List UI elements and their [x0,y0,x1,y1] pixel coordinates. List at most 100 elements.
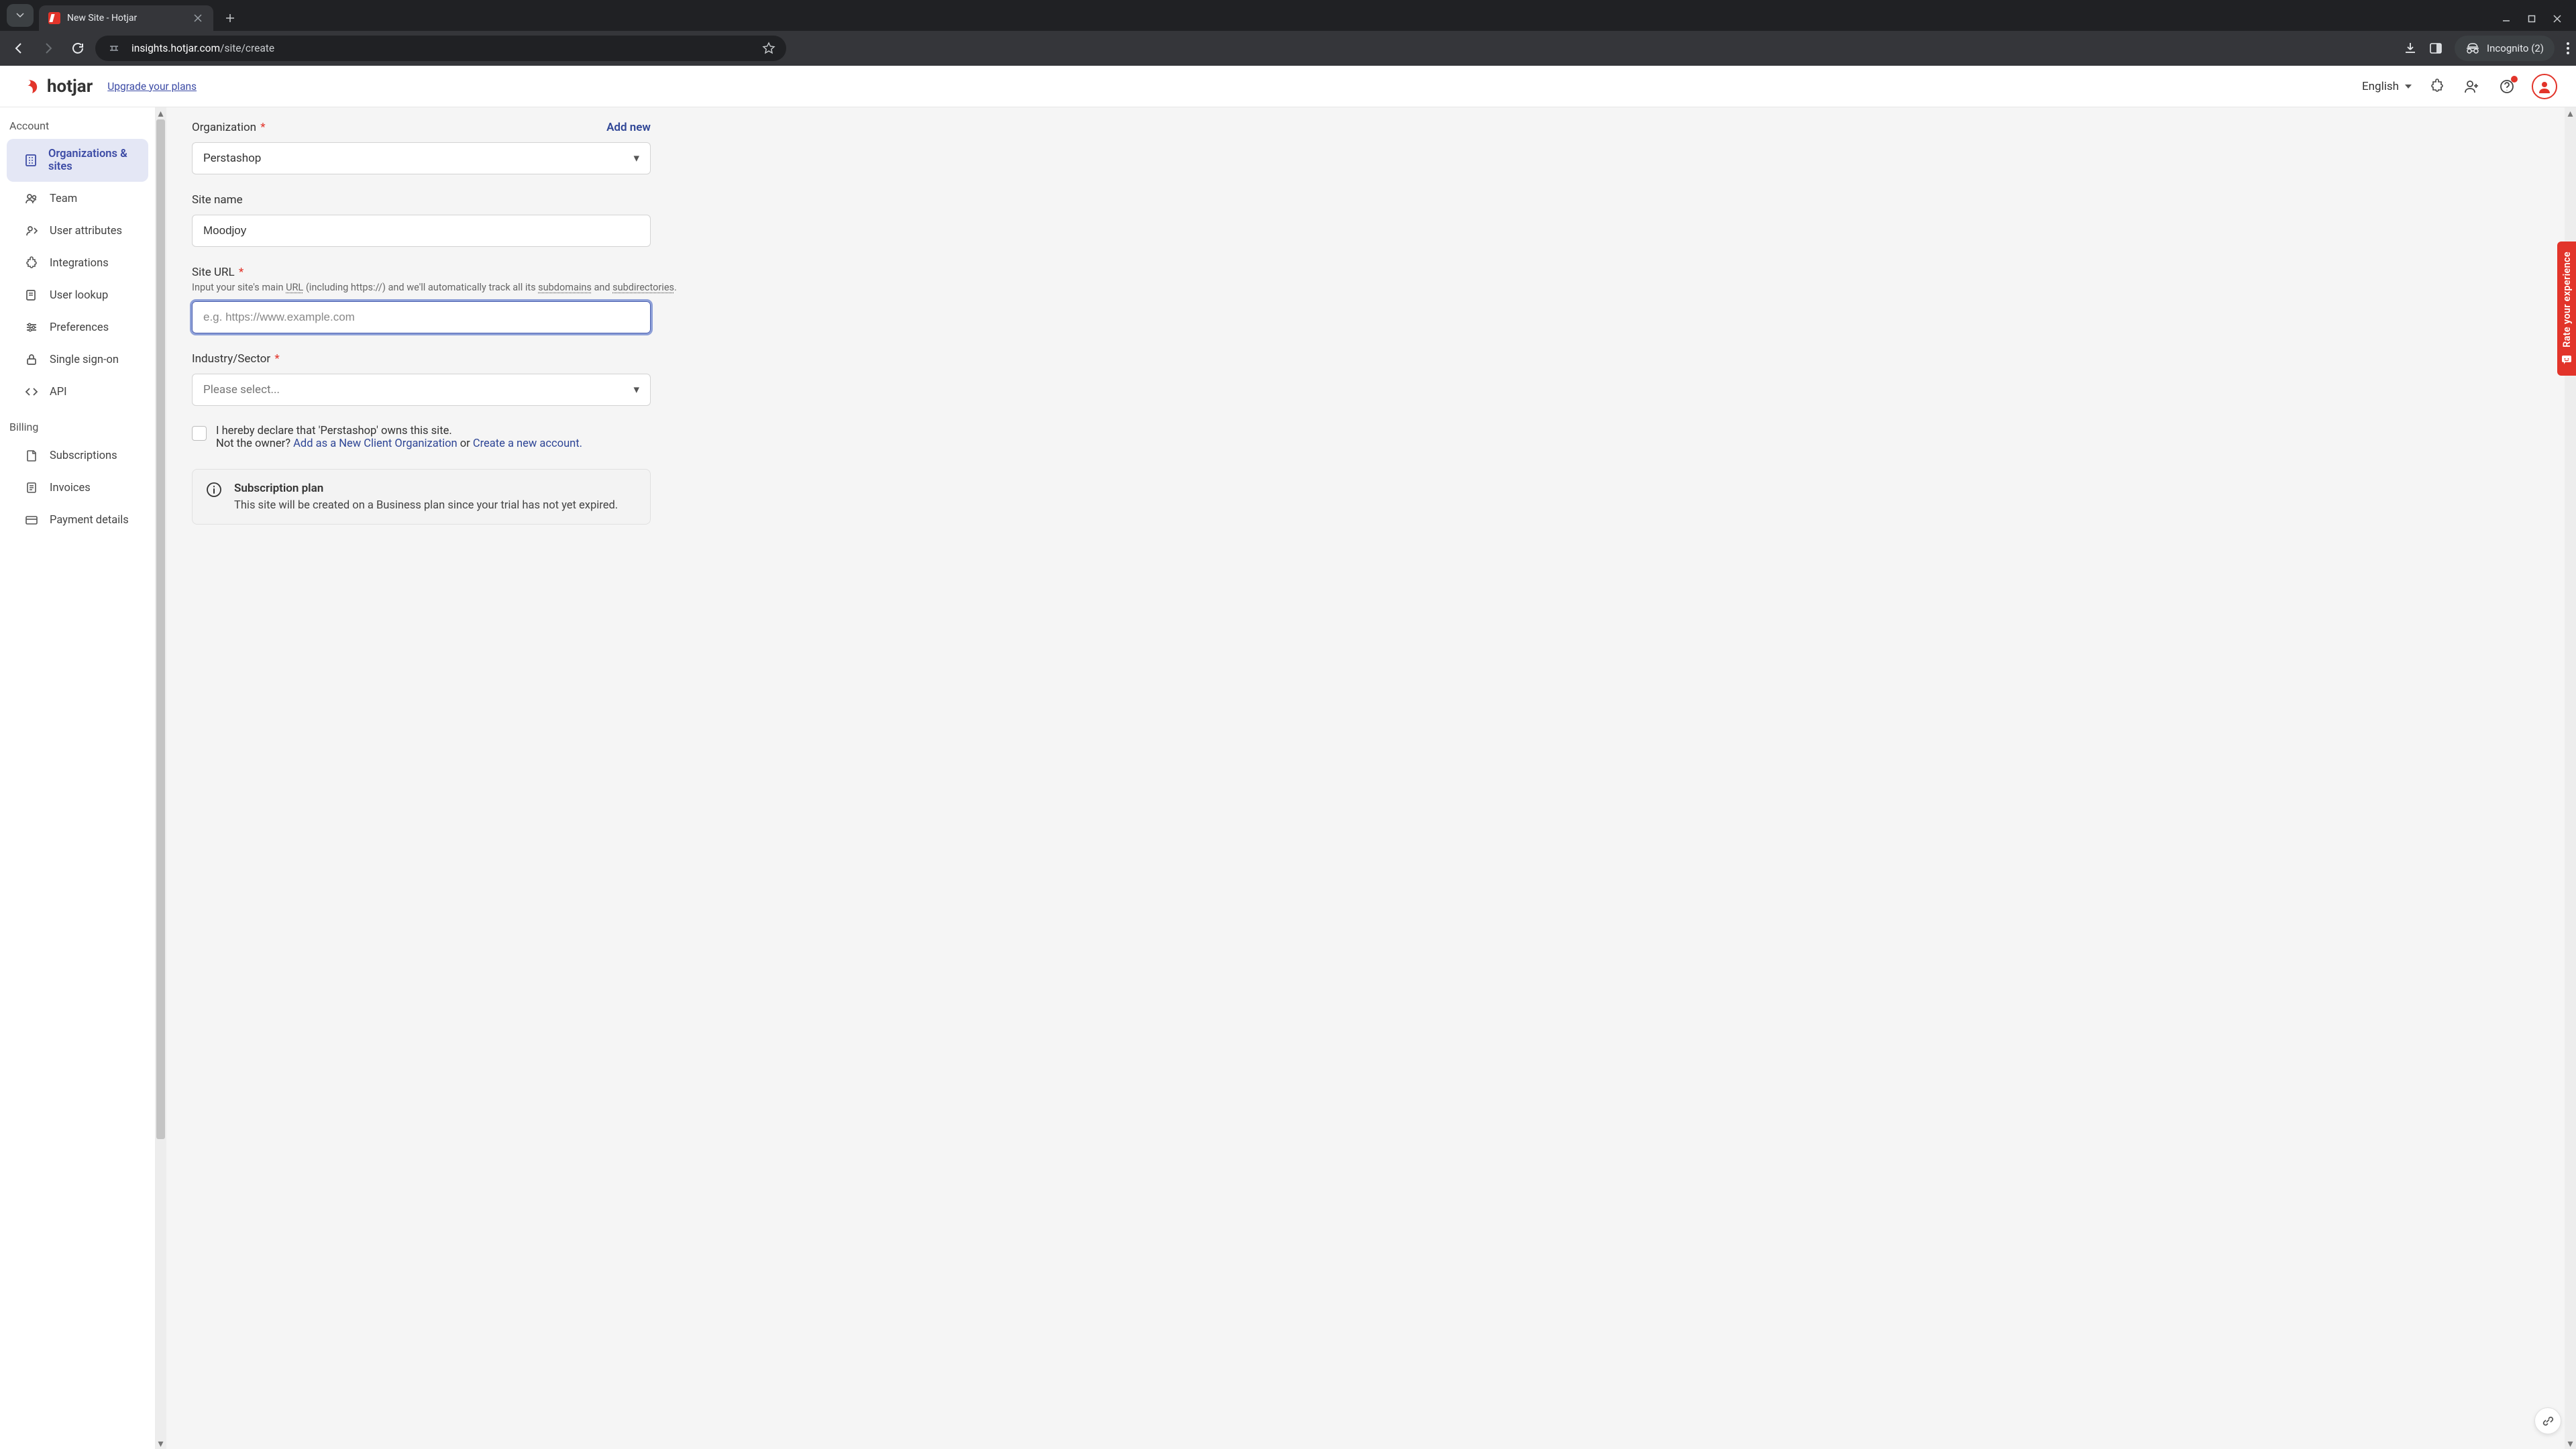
sidebar-item-label: Team [50,193,77,205]
side-panel-icon[interactable] [2429,42,2443,55]
chat-icon [2561,354,2573,366]
organization-value: Perstashop [203,152,261,165]
upgrade-link[interactable]: Upgrade your plans [107,80,197,93]
sidebar-item-label: User lookup [50,289,108,302]
info-body: This site will be created on a Business … [234,499,618,512]
chrome-menu-button[interactable] [2567,42,2569,54]
app-header: hotjar Upgrade your plans English [0,66,2576,107]
site-name-field[interactable] [203,224,639,237]
browser-toolbar: insights.hotjar.com/site/create Incognit… [0,31,2576,66]
sidebar-item-user-attributes[interactable]: User attributes [7,215,148,246]
industry-select[interactable]: Please select... ▾ [192,374,651,406]
not-owner-text: Not the owner? [216,437,293,450]
sidebar-item-api[interactable]: API [7,376,148,407]
caret-down-icon: ▾ [633,383,639,396]
link-icon [2541,1414,2555,1428]
info-title: Subscription plan [234,482,618,495]
org-icon [24,154,38,167]
integrations-icon [24,256,39,270]
incognito-icon [2465,41,2480,56]
site-url-label: Site URL * [192,266,244,279]
sidebar-item-integrations[interactable]: Integrations [7,248,148,278]
sidebar-item-label: Payment details [50,514,129,527]
close-window-button[interactable] [2553,15,2561,23]
declare-or-text: or [458,437,473,450]
preferences-icon [24,321,39,334]
declare-text: I hereby declare that 'Perstashop' owns … [216,425,582,437]
back-button[interactable] [7,36,31,60]
url-text: insights.hotjar.com/site/create [131,42,274,54]
sidebar-item-preferences[interactable]: Preferences [7,312,148,343]
incognito-label: Incognito (2) [2487,42,2544,54]
hotjar-logo-icon [23,77,42,96]
browser-tabstrip: New Site - Hotjar [0,0,2576,31]
tab-search-button[interactable] [7,4,34,27]
sidebar-item-user-lookup[interactable]: User lookup [7,280,148,311]
forward-button[interactable] [36,36,60,60]
help-icon[interactable] [2497,76,2517,97]
organization-select[interactable]: Perstashop ▾ [192,142,651,174]
sidebar-item-label: User attributes [50,225,122,237]
scroll-up-icon[interactable]: ▴ [2565,107,2576,119]
sidebar-item-sso[interactable]: Single sign-on [7,344,148,375]
sidebar-item-organizations-sites[interactable]: Organizations & sites [7,139,148,182]
sidebar-item-label: API [50,386,67,398]
site-url-help: Input your site's main URL (including ht… [192,282,837,293]
industry-label: Industry/Sector * [192,352,280,366]
user-attr-icon [24,224,39,237]
language-select[interactable]: English [2362,80,2412,93]
sidebar-item-team[interactable]: Team [7,183,148,214]
feedback-tab[interactable]: Rate your experience [2557,241,2576,376]
site-url-field[interactable] [203,311,639,324]
scroll-down-icon[interactable]: ▾ [2565,1438,2576,1449]
add-new-org-link[interactable]: Add new [606,121,651,134]
bookmark-icon[interactable] [762,42,775,55]
sidebar-item-payment-details[interactable]: Payment details [7,504,148,535]
subscriptions-icon [24,449,39,462]
window-controls [2502,15,2576,31]
url-bar[interactable]: insights.hotjar.com/site/create [95,36,786,61]
main-content: Organization * Add new Perstashop ▾ Sit [166,107,2576,1449]
scroll-up-icon[interactable]: ▴ [155,107,166,119]
new-tab-button[interactable] [224,12,236,24]
maximize-button[interactable] [2528,15,2536,23]
sidebar-scrollbar[interactable]: ▴ ▾ [155,107,166,1449]
logo[interactable]: hotjar [23,76,93,97]
sidebar: Account Organizations & sites Team User … [0,107,155,1449]
copy-link-button[interactable] [2534,1407,2561,1434]
hotjar-favicon [48,12,60,24]
organization-label: Organization * [192,121,266,134]
create-account-link[interactable]: Create a new account. [473,437,582,450]
team-icon [24,192,39,205]
invite-user-icon[interactable] [2462,76,2482,97]
sidebar-item-invoices[interactable]: Invoices [7,472,148,503]
declare-text-block: I hereby declare that 'Perstashop' owns … [216,425,582,450]
site-info-icon[interactable] [106,40,122,56]
browser-tab[interactable]: New Site - Hotjar [39,5,213,31]
avatar[interactable] [2532,74,2557,99]
scroll-down-icon[interactable]: ▾ [155,1438,166,1449]
sidebar-item-label: Invoices [50,482,91,494]
site-name-input[interactable] [192,215,651,247]
sidebar-item-label: Preferences [50,321,109,334]
close-tab-button[interactable] [192,12,204,24]
sidebar-section-billing: Billing [0,409,155,439]
logo-text: hotjar [47,76,93,97]
sidebar-item-label: Organizations & sites [48,148,139,173]
extensions-icon[interactable] [2427,76,2447,97]
caret-down-icon [2404,83,2412,90]
declare-checkbox[interactable] [192,426,207,441]
sidebar-item-label: Subscriptions [50,449,117,462]
minimize-button[interactable] [2502,15,2510,23]
site-url-input[interactable] [192,301,651,333]
scrollbar-thumb[interactable] [156,119,165,1139]
add-client-org-link[interactable]: Add as a New Client Organization [293,437,458,450]
subscription-info-box: Subscription plan This site will be crea… [192,469,651,525]
reload-button[interactable] [66,36,90,60]
language-label: English [2362,80,2399,93]
sidebar-item-subscriptions[interactable]: Subscriptions [7,440,148,471]
caret-down-icon: ▾ [633,152,639,165]
feedback-label: Rate your experience [2561,252,2573,347]
incognito-chip[interactable]: Incognito (2) [2455,36,2555,61]
downloads-icon[interactable] [2404,42,2417,55]
